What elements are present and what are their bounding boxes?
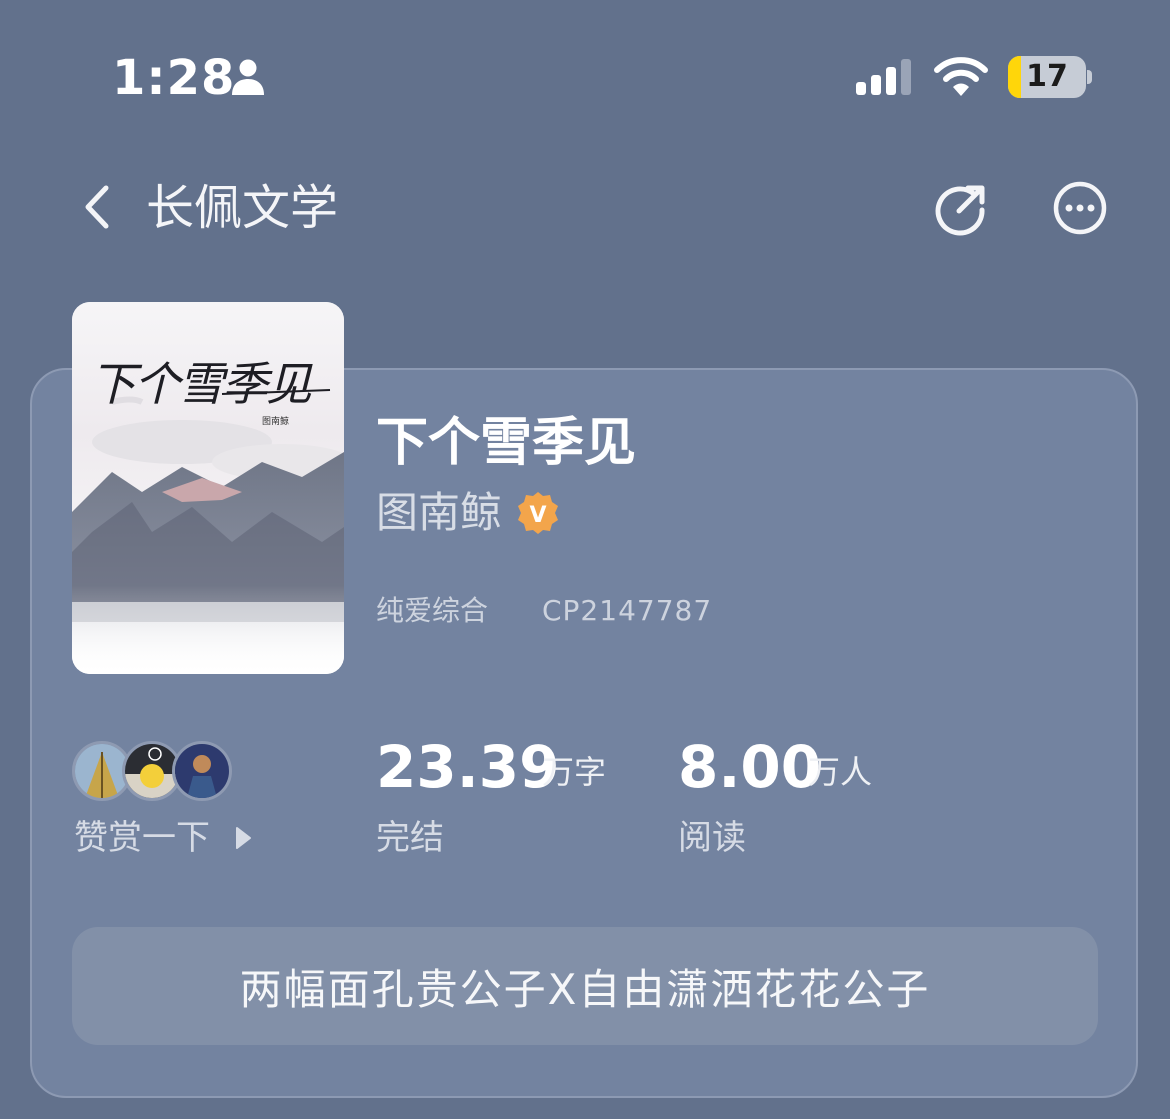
reward-button[interactable]: 赞赏一下 bbox=[74, 816, 210, 860]
svg-text:下个雪季见: 下个雪季见 bbox=[90, 357, 313, 411]
battery-indicator: 17 bbox=[1008, 56, 1086, 98]
cover-illustration: 下个雪季见 图南鲸 bbox=[72, 302, 344, 674]
book-title[interactable]: 下个雪季见 bbox=[376, 408, 636, 478]
book-tagline[interactable]: 两幅面孔贵公子X自由潇洒花花公子 bbox=[72, 927, 1098, 1045]
nav-title: 长佩文学 bbox=[146, 180, 339, 236]
completion-status: 完结 bbox=[376, 818, 444, 858]
svg-text:图南鲸: 图南鲸 bbox=[262, 415, 289, 427]
person-icon bbox=[232, 59, 264, 95]
share-icon[interactable] bbox=[932, 180, 988, 236]
reader-count-value: 8.00 bbox=[678, 733, 822, 801]
more-icon[interactable] bbox=[1052, 180, 1108, 236]
author-name[interactable]: 图南鲸 bbox=[376, 484, 502, 542]
back-icon[interactable] bbox=[80, 182, 114, 232]
svg-text:V: V bbox=[529, 503, 546, 528]
genre-tag[interactable]: 纯爱综合 bbox=[376, 592, 488, 630]
cellular-signal-icon bbox=[856, 59, 911, 95]
status-time: 1:28 bbox=[112, 50, 236, 106]
triangle-right-icon[interactable] bbox=[234, 826, 252, 850]
reads-label: 阅读 bbox=[678, 818, 746, 858]
battery-cap bbox=[1087, 70, 1092, 84]
verified-author-badge-icon: V bbox=[518, 492, 558, 534]
word-count-value: 23.39 bbox=[376, 733, 560, 801]
battery-level: 17 bbox=[1026, 59, 1068, 94]
cover-title-text: 下个雪季见 bbox=[90, 357, 331, 411]
supporter-avatar[interactable] bbox=[172, 741, 232, 801]
book-id: CP2147787 bbox=[542, 594, 713, 627]
word-count-unit: 万字 bbox=[542, 753, 607, 791]
book-cover[interactable]: 下个雪季见 图南鲸 bbox=[72, 302, 344, 674]
reader-count-unit: 万人 bbox=[808, 753, 873, 791]
wifi-icon bbox=[934, 57, 988, 96]
